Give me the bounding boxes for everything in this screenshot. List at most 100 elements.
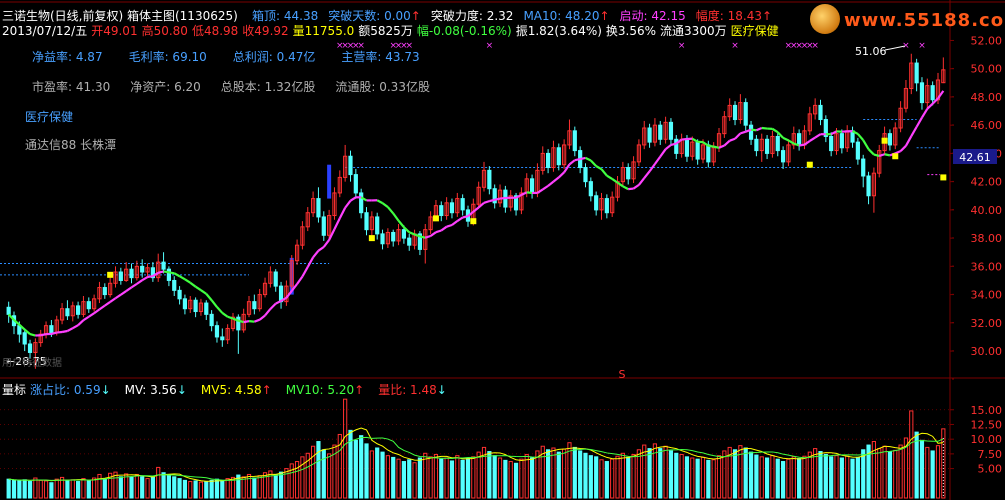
candle-body <box>86 301 91 310</box>
stock-chart[interactable]: 30.0032.0034.0036.0038.0040.0042.0044.00… <box>0 0 1005 500</box>
price-tick-label: 34.00 <box>971 289 1003 302</box>
ma-line-segment <box>163 270 170 274</box>
readout-item: 箱顶: 44.38 <box>252 9 319 23</box>
volume-bar <box>396 458 401 499</box>
candle-body <box>861 158 866 177</box>
price-tick-label: 50.00 <box>971 63 1003 76</box>
signal-marker: × <box>678 41 686 51</box>
candle-body <box>855 141 860 160</box>
volume-bar <box>129 476 134 499</box>
current-price-label: 42.61 <box>959 151 991 164</box>
yellow-signal-marker <box>892 153 899 160</box>
ma-line-segment <box>419 235 426 239</box>
ma-line-segment <box>184 278 191 284</box>
ma-line-segment <box>66 327 74 332</box>
ma-line-segment <box>681 137 688 141</box>
volume-bar <box>246 473 252 499</box>
candle-body <box>919 82 925 104</box>
high-price-label: 51.06 <box>855 45 887 58</box>
volume-bar <box>150 476 155 499</box>
readout-item: 低48.98 <box>191 24 239 38</box>
volume-bar <box>519 458 524 499</box>
ma-line-segment <box>761 126 768 130</box>
readout-item: 医疗保健 <box>730 24 779 38</box>
volume-bar <box>604 461 609 499</box>
ma-line-segment <box>446 223 453 228</box>
ma-line-segment <box>61 329 68 334</box>
yellow-signal-marker <box>881 137 888 144</box>
candle-body <box>407 237 412 246</box>
ma-line-segment <box>56 330 63 334</box>
ma-line-segment <box>82 315 90 322</box>
candle-body <box>172 279 177 291</box>
ma-line-segment <box>547 180 555 187</box>
volume-bar <box>343 398 348 499</box>
candle-body <box>193 299 198 313</box>
readout-item: MV10: 5.20 <box>285 383 355 397</box>
ma-line-segment <box>904 135 913 147</box>
ma-line-segment <box>622 185 629 191</box>
candle-body <box>316 198 321 218</box>
ma-line-segment <box>595 165 603 171</box>
volume-bar <box>81 478 86 499</box>
custom-block-label[interactable]: 通达信88 长株潭 <box>25 136 116 153</box>
volume-bar <box>166 474 172 499</box>
volume-bar <box>86 480 91 499</box>
logo-icon <box>810 4 840 34</box>
ma-line-segment <box>40 333 47 337</box>
ma-line-segment <box>130 282 138 289</box>
ma-line-segment <box>574 157 581 162</box>
readout-item: 突破力度: 2.32 <box>430 9 514 23</box>
ma-line-segment <box>643 170 651 179</box>
ma-line-segment <box>798 143 805 147</box>
ma-line-segment <box>718 144 725 149</box>
volume-bar <box>6 478 11 499</box>
ma-line-segment <box>867 148 875 156</box>
volume-panel-title[interactable]: 量标 <box>2 383 26 397</box>
readout-item: 量11755.0 <box>292 24 355 38</box>
ma-line-segment <box>243 320 250 324</box>
volume-bar <box>663 445 668 499</box>
price-tick-label: 32.00 <box>971 317 1003 330</box>
candle-body <box>572 130 577 152</box>
volume-bar <box>327 453 332 499</box>
fundamentals-row-1: 净益率: 4.87 毛利率: 69.10 总利润: 0.47亿 主营率: 43.73 <box>32 48 446 65</box>
volume-bar <box>161 472 166 499</box>
readout-item: 总利润: 0.47亿 <box>232 50 316 64</box>
ma-line-segment <box>179 275 186 281</box>
ma-line-segment <box>109 297 117 303</box>
volume-bar <box>27 481 33 499</box>
volume-bar <box>353 439 358 499</box>
candle-body <box>588 181 593 197</box>
candle-body <box>487 169 492 190</box>
ma-line-segment <box>397 220 405 228</box>
readout-item: 振1.82(3.64%) <box>515 24 602 38</box>
ma-line-segment <box>349 196 357 202</box>
readout-item: 流通股: 0.33亿股 <box>335 80 430 94</box>
ma-line-segment <box>729 137 736 142</box>
ma-line-segment <box>168 271 175 275</box>
ma-line-segment <box>392 212 400 222</box>
ma-line-segment <box>125 286 133 292</box>
ma-line-segment <box>558 171 565 179</box>
volume-bar <box>455 455 460 499</box>
ma-line-segment <box>98 304 106 311</box>
volume-bar <box>65 479 70 499</box>
volume-bar <box>770 455 775 499</box>
arrow-icon: ↑ <box>761 9 773 23</box>
candle-body <box>6 306 11 315</box>
volume-bar <box>791 456 796 499</box>
candle-body <box>775 135 780 152</box>
volume-bar <box>823 453 828 499</box>
ma-line-segment <box>611 178 619 184</box>
ma-line-segment <box>451 220 458 226</box>
ma-line-segment <box>200 289 207 295</box>
sector-label[interactable]: 医疗保健 <box>25 108 73 125</box>
volume-bar <box>300 456 305 499</box>
site-logo[interactable]: www.55188.com <box>810 4 1005 38</box>
volume-bar <box>385 455 390 499</box>
ma-line-segment <box>51 331 58 336</box>
candle-body <box>647 127 652 143</box>
ma-line-segment <box>238 319 244 324</box>
ma-line-segment <box>809 136 816 142</box>
